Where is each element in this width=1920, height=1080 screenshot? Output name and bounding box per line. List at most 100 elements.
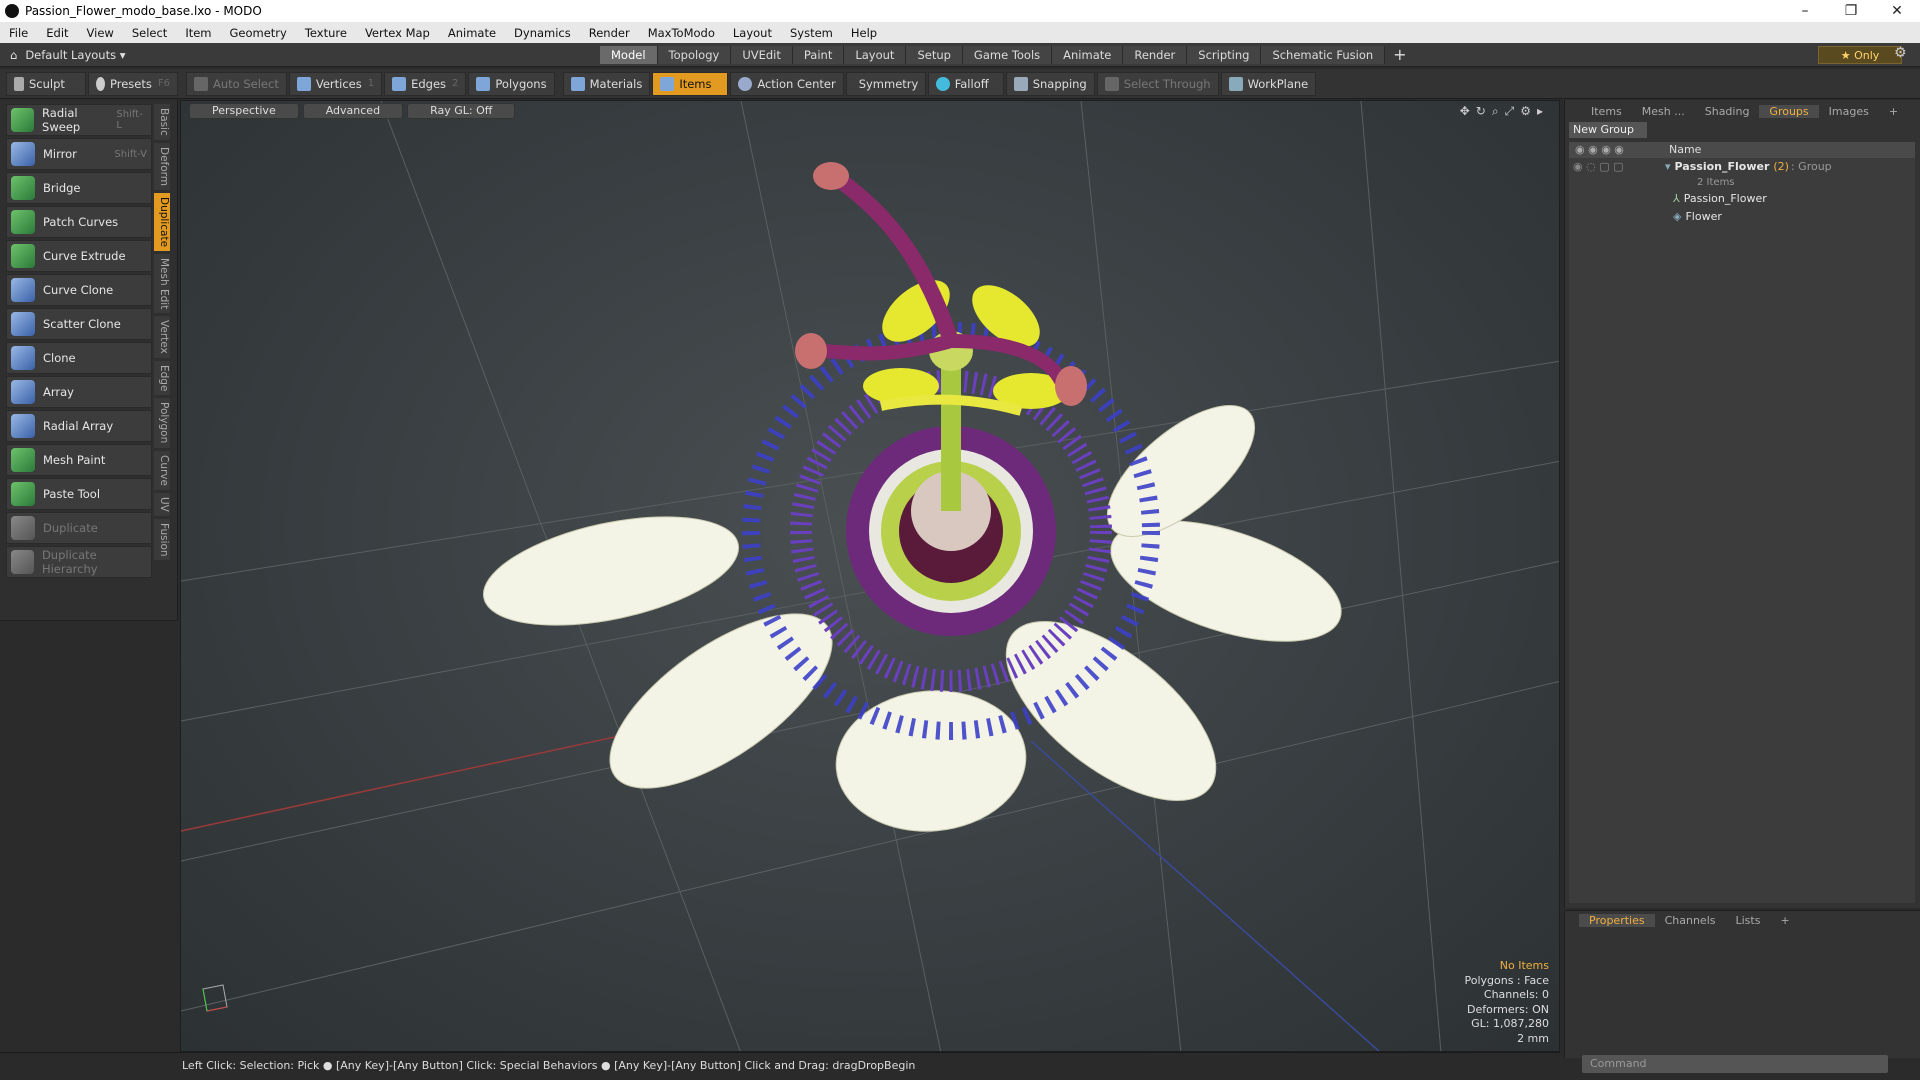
tab-schematic-fusion[interactable]: Schematic Fusion <box>1261 45 1386 64</box>
raygl-toggle[interactable]: Ray GL: Off <box>407 103 516 119</box>
group-row[interactable]: ◉ ◌ ▢ ▢ ▾ Passion_Flower (2) : Group <box>1569 158 1915 176</box>
add-tab-button[interactable]: + <box>1393 45 1406 64</box>
polygons-button[interactable]: Polygons <box>468 71 555 96</box>
close-button[interactable]: ✕ <box>1874 3 1920 19</box>
layout-label[interactable]: Default Layouts ▾ <box>25 48 125 62</box>
vtab-basic[interactable]: Basic <box>154 104 170 140</box>
menu-animate[interactable]: Animate <box>439 26 505 40</box>
new-group-button[interactable]: New Group <box>1569 122 1647 138</box>
tree-item-locator[interactable]: ⅄ Passion_Flower <box>1569 190 1915 208</box>
3d-viewport[interactable]: Perspective Advanced Ray GL: Off ✥ ↻ ⌕ ⤢… <box>180 100 1560 1052</box>
vtab-deform[interactable]: Deform <box>154 142 170 190</box>
only-toggle[interactable]: ★ Only <box>1818 46 1902 64</box>
menu-texture[interactable]: Texture <box>296 26 356 40</box>
tab-render[interactable]: Render <box>1123 45 1188 64</box>
menu-view[interactable]: View <box>78 26 123 40</box>
tab-setup[interactable]: Setup <box>906 45 963 64</box>
tab-uvedit[interactable]: UVEdit <box>731 45 793 64</box>
tab-model[interactable]: Model <box>600 45 658 64</box>
expand-arrow-icon[interactable]: ▸ <box>1537 104 1543 119</box>
restore-button[interactable]: ❐ <box>1828 3 1874 19</box>
add-panel-tab-button[interactable]: + <box>1879 105 1908 118</box>
symmetry-button[interactable]: Symmetry <box>845 71 926 96</box>
tab-mesh[interactable]: Mesh ... <box>1632 105 1695 118</box>
menu-dynamics[interactable]: Dynamics <box>505 26 580 40</box>
gear-icon[interactable]: ⚙ <box>1894 45 1907 61</box>
falloff-button[interactable]: Falloff <box>927 71 1004 96</box>
menu-layout[interactable]: Layout <box>724 26 781 40</box>
tree-item-mesh[interactable]: ◈ Flower <box>1569 208 1915 226</box>
workplane-button[interactable]: WorkPlane <box>1220 71 1317 96</box>
vtab-fusion[interactable]: Fusion <box>154 518 170 561</box>
tab-groups[interactable]: Groups <box>1759 104 1819 118</box>
menu-system[interactable]: System <box>781 26 842 40</box>
menu-maxtomodo[interactable]: MaxToModo <box>639 26 724 40</box>
menu-vertex-map[interactable]: Vertex Map <box>356 26 439 40</box>
tab-items[interactable]: Items <box>1581 105 1632 118</box>
tab-lists[interactable]: Lists <box>1726 914 1771 927</box>
tab-images[interactable]: Images <box>1819 105 1879 118</box>
view-type-button[interactable]: Perspective <box>189 103 299 119</box>
tab-scripting[interactable]: Scripting <box>1187 45 1262 64</box>
tool-radial-array[interactable]: Radial Array <box>6 410 152 442</box>
edges-button[interactable]: Edges 2 <box>384 71 467 96</box>
snapping-button[interactable]: Snapping <box>1005 71 1095 96</box>
menu-select[interactable]: Select <box>123 26 176 40</box>
tab-game-tools[interactable]: Game Tools <box>962 45 1053 64</box>
fit-icon[interactable]: ⤢ <box>1505 104 1515 119</box>
auto-select-button[interactable]: Auto Select <box>186 71 287 96</box>
vtab-curve[interactable]: Curve <box>154 450 170 490</box>
tool-curve-extrude[interactable]: Curve Extrude <box>6 240 152 272</box>
vtab-edge[interactable]: Edge <box>154 360 170 396</box>
tool-array[interactable]: Array <box>6 376 152 408</box>
tool-paste[interactable]: Paste Tool <box>6 478 152 510</box>
tool-mirror[interactable]: Mirror Shift-V <box>6 138 152 170</box>
vertices-button[interactable]: Vertices 1 <box>288 71 383 96</box>
shading-mode-button[interactable]: Advanced <box>302 103 404 119</box>
pan-icon[interactable]: ✥ <box>1460 104 1470 119</box>
viewport-gear-icon[interactable]: ⚙ <box>1520 104 1531 119</box>
tab-channels[interactable]: Channels <box>1655 914 1726 927</box>
minimize-button[interactable]: – <box>1782 3 1828 19</box>
tool-radial-sweep[interactable]: Radial Sweep Shift-L <box>6 104 152 136</box>
command-input[interactable]: Command <box>1582 1055 1888 1073</box>
materials-button[interactable]: Materials <box>562 71 651 96</box>
vtab-polygon[interactable]: Polygon <box>154 398 170 448</box>
tool-scatter-clone[interactable]: Scatter Clone <box>6 308 152 340</box>
menu-file[interactable]: File <box>0 26 37 40</box>
tool-clone[interactable]: Clone <box>6 342 152 374</box>
tab-properties[interactable]: Properties <box>1579 913 1655 927</box>
tool-mesh-paint[interactable]: Mesh Paint <box>6 444 152 476</box>
menu-help[interactable]: Help <box>842 26 886 40</box>
tab-topology[interactable]: Topology <box>657 45 732 64</box>
tab-layout[interactable]: Layout <box>844 45 907 64</box>
items-button[interactable]: Items <box>652 71 729 96</box>
menu-item[interactable]: Item <box>176 26 220 40</box>
tool-duplicate-hierarchy[interactable]: Duplicate Hierarchy <box>6 546 152 578</box>
tab-paint[interactable]: Paint <box>792 45 845 64</box>
zoom-icon[interactable]: ⌕ <box>1492 104 1499 119</box>
menu-geometry[interactable]: Geometry <box>221 26 296 40</box>
tool-bridge[interactable]: Bridge <box>6 172 152 204</box>
home-icon[interactable]: ⌂ <box>10 48 17 62</box>
tab-animate[interactable]: Animate <box>1052 45 1124 64</box>
action-center-button[interactable]: Action Center <box>730 71 844 96</box>
row-toggle-icons[interactable]: ◉ ◌ ▢ ▢ <box>1569 158 1655 176</box>
tool-duplicate[interactable]: Duplicate <box>6 512 152 544</box>
menu-render[interactable]: Render <box>580 26 639 40</box>
vtab-uv[interactable]: UV <box>154 492 170 516</box>
vtab-duplicate[interactable]: Duplicate <box>154 192 170 251</box>
vtab-mesh-edit[interactable]: Mesh Edit <box>154 253 170 314</box>
tab-shading[interactable]: Shading <box>1695 105 1760 118</box>
vtab-vertex[interactable]: Vertex <box>154 316 170 358</box>
name-column-header[interactable]: Name <box>1669 142 1701 158</box>
sculpt-button[interactable]: Sculpt <box>6 71 86 96</box>
add-props-tab-button[interactable]: + <box>1770 914 1799 927</box>
menu-edit[interactable]: Edit <box>37 26 77 40</box>
presets-button[interactable]: Presets F6 <box>88 71 178 96</box>
select-through-button[interactable]: Select Through <box>1096 71 1219 96</box>
tool-patch-curves[interactable]: Patch Curves <box>6 206 152 238</box>
tool-curve-clone[interactable]: Curve Clone <box>6 274 152 306</box>
layout-selector[interactable]: ⌂ Default Layouts ▾ <box>10 48 600 62</box>
passion-flower-model[interactable] <box>474 162 1356 839</box>
